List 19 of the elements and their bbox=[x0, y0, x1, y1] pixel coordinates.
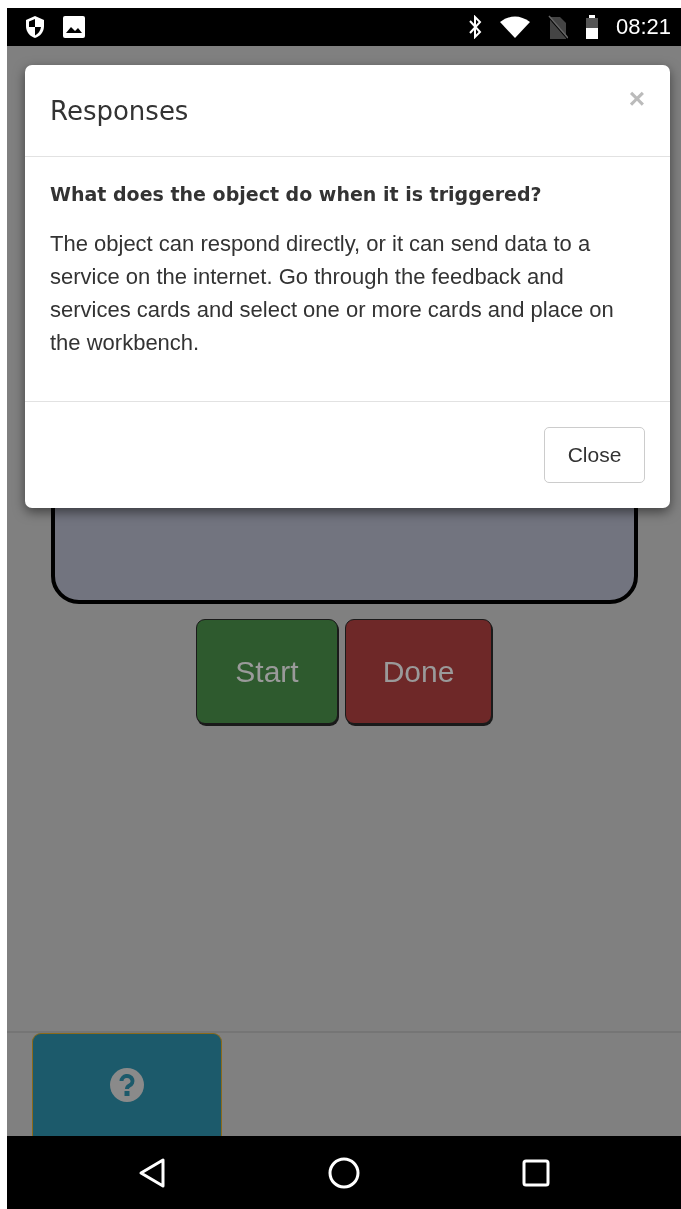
dialog-text: The object can respond directly, or it can send data to a service on the internet. Go through the feedback and services cards and select one or more cards and place on the workbench. bbox=[50, 230, 615, 357]
close-button[interactable]: × bbox=[628, 83, 645, 115]
back-icon[interactable] bbox=[138, 1156, 166, 1189]
image-icon bbox=[63, 16, 85, 38]
dialog-question: What does the object do when it is triggered? bbox=[50, 183, 543, 205]
start-button[interactable]: Start bbox=[196, 619, 338, 724]
shield-icon bbox=[25, 15, 45, 39]
battery-icon bbox=[585, 15, 598, 39]
bluetooth-icon bbox=[467, 15, 482, 39]
recents-icon[interactable] bbox=[522, 1158, 550, 1187]
home-icon[interactable] bbox=[328, 1156, 360, 1189]
clock-time: 08:21 bbox=[615, 14, 671, 40]
wifi-icon bbox=[499, 16, 530, 38]
dialog-title: Responses bbox=[50, 95, 189, 126]
done-button[interactable]: Done bbox=[345, 619, 492, 724]
close-dialog-button[interactable]: Close bbox=[544, 427, 645, 483]
no-sim-icon bbox=[547, 15, 568, 39]
help-icon bbox=[110, 1068, 144, 1102]
help-tile[interactable] bbox=[32, 1033, 222, 1136]
